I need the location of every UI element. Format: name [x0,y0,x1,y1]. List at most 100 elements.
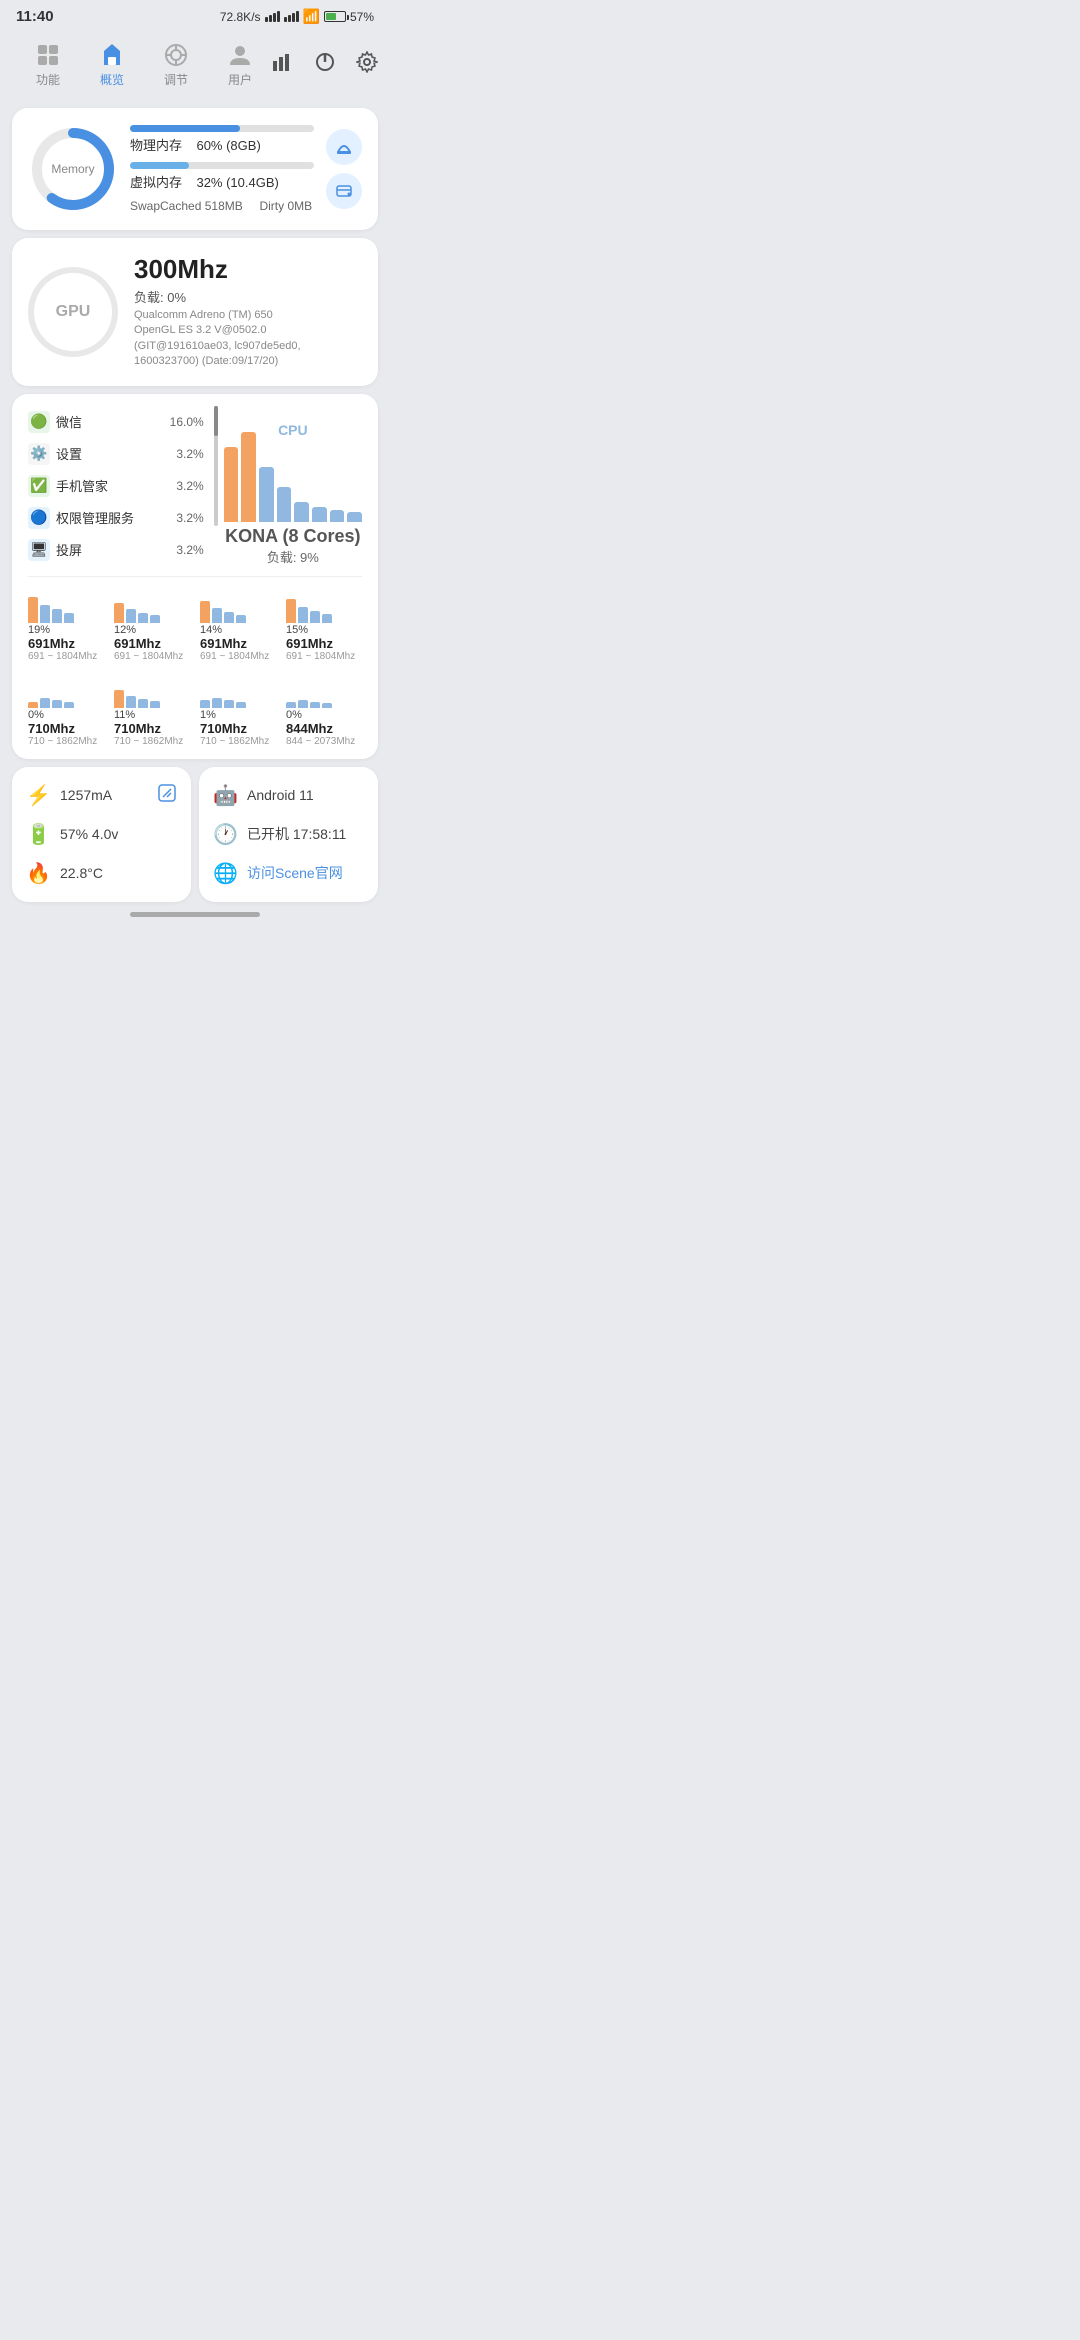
clean-memory-button[interactable] [326,129,362,165]
storage-button[interactable] [326,173,362,209]
core-pct: 12% [114,624,136,636]
edit-icon[interactable] [157,783,177,808]
core-bar [114,603,124,623]
core-pct: 11% [114,709,135,721]
core-freq: 691Mhz [200,636,247,651]
link-item[interactable]: 🌐 访问Scene官网 [213,861,364,886]
tab-features[interactable]: 功能 [16,37,80,92]
current-value: 1257mA [60,787,112,803]
plug-icon: ⚡ [26,783,50,808]
core-range: 691 ~ 1804Mhz [28,651,97,662]
power-icon[interactable] [314,51,336,79]
chart-icon[interactable] [272,51,294,79]
core-bar [286,599,296,623]
memory-card: Memory 物理内存 60% (8GB) 虚拟内存 32% (10.4GB) … [12,108,378,230]
core-bar [298,607,308,623]
core-pct: 0% [286,709,302,721]
cpu-label: CPU [278,422,308,438]
home-indicator [130,912,260,917]
core-bar [212,698,222,708]
app-icon-cast: 🖥 [28,539,50,561]
tab-overview[interactable]: 概览 [80,37,144,92]
cpu-bar [277,487,292,522]
core-bar [286,702,296,708]
list-item: 🖥 投屏 3.2% [28,534,204,566]
divider [28,576,362,577]
core-bar [150,615,160,623]
android-icon: 🤖 [213,783,237,808]
core-range: 691 ~ 1804Mhz [200,651,269,662]
core-bar [236,615,246,623]
core-pct: 14% [200,624,222,636]
cpu-top: 🟢 微信 16.0% ⚙️ 设置 3.2% ✅ 手机管家 3.2% 🔵 权限管理… [28,406,362,566]
nav-left: 功能 概览 调节 [16,37,272,92]
cpu-bar-chart [224,442,362,522]
core-bars [114,672,190,708]
core-item: 12%691Mhz691 ~ 1804Mhz [114,587,190,662]
battery-item: 🔋 57% 4.0v [26,822,177,847]
core-bar [236,702,246,708]
core-freq: 710Mhz [200,721,247,736]
core-bar [40,698,50,708]
core-bar [28,702,38,708]
core-range: 710 ~ 1862Mhz [28,736,97,747]
battery-info-icon: 🔋 [26,822,50,847]
virtual-memory-row: 虚拟内存 32% (10.4GB) [130,162,314,191]
gpu-desc: Qualcomm Adreno (TM) 650OpenGL ES 3.2 V@… [134,308,362,370]
core-pct: 1% [200,709,216,721]
battery-icon [324,11,346,22]
link-text: 访问Scene官网 [247,863,343,883]
core-bar [64,613,74,623]
user-icon [226,41,254,69]
cpu-card: 🟢 微信 16.0% ⚙️ 设置 3.2% ✅ 手机管家 3.2% 🔵 权限管理… [12,394,378,759]
core-bar [200,601,210,623]
core-freq: 710Mhz [28,721,75,736]
core-range: 710 ~ 1862Mhz [114,736,183,747]
core-range: 691 ~ 1804Mhz [114,651,183,662]
list-item: 🔵 权限管理服务 3.2% [28,502,204,534]
features-icon [34,41,62,69]
nav-tabs: 功能 概览 调节 [0,29,390,100]
current-item: ⚡ 1257mA [26,783,177,808]
tab-adjust[interactable]: 调节 [144,37,208,92]
cpu-app-list: 🟢 微信 16.0% ⚙️ 设置 3.2% ✅ 手机管家 3.2% 🔵 权限管理… [28,406,212,566]
core-item: 0%844Mhz844 ~ 2073Mhz [286,672,362,747]
adjust-icon [162,41,190,69]
core-bar [200,700,210,708]
core-bars [286,672,362,708]
core-bars [28,587,104,623]
app-icon-permission: 🔵 [28,507,50,529]
cpu-bar [294,502,309,522]
core-item: 15%691Mhz691 ~ 1804Mhz [286,587,362,662]
core-bar [224,700,234,708]
status-bar: 11:40 72.8K/s 📶 57% [0,0,390,29]
uptime-item: 🕐 已开机 17:58:11 [213,822,364,847]
settings-icon[interactable] [356,51,378,79]
tab-user[interactable]: 用户 [208,37,272,92]
temp-value: 22.8°C [60,865,103,881]
physical-memory-row: 物理内存 60% (8GB) [130,125,314,154]
gpu-freq: 300Mhz [134,254,362,285]
list-item: ✅ 手机管家 3.2% [28,470,204,502]
cpu-bar [259,467,274,522]
os-item: 🤖 Android 11 [213,783,364,808]
left-panel: ⚡ 1257mA 🔋 57% 4.0v 🔥 22.8°C [12,767,191,902]
core-pct: 19% [28,624,50,636]
core-bar [52,700,62,708]
core-bar [40,605,50,623]
network-speed: 72.8K/s [220,10,261,24]
core-freq: 710Mhz [114,721,161,736]
core-bars [286,587,362,623]
cpu-bar [224,447,239,522]
app-icon-settings: ⚙️ [28,443,50,465]
core-freq: 691Mhz [114,636,161,651]
core-bars [114,587,190,623]
tab-adjust-label: 调节 [164,71,188,88]
gpu-info: 300Mhz 负载: 0% Qualcomm Adreno (TM) 650Op… [134,254,362,370]
memory-actions [326,129,362,209]
core-bar [150,701,160,708]
uptime-value: 已开机 17:58:11 [247,824,346,844]
signal-bars-1 [265,11,280,22]
memory-info: 物理内存 60% (8GB) 虚拟内存 32% (10.4GB) SwapCac… [130,125,314,213]
cpu-bar [312,507,327,522]
